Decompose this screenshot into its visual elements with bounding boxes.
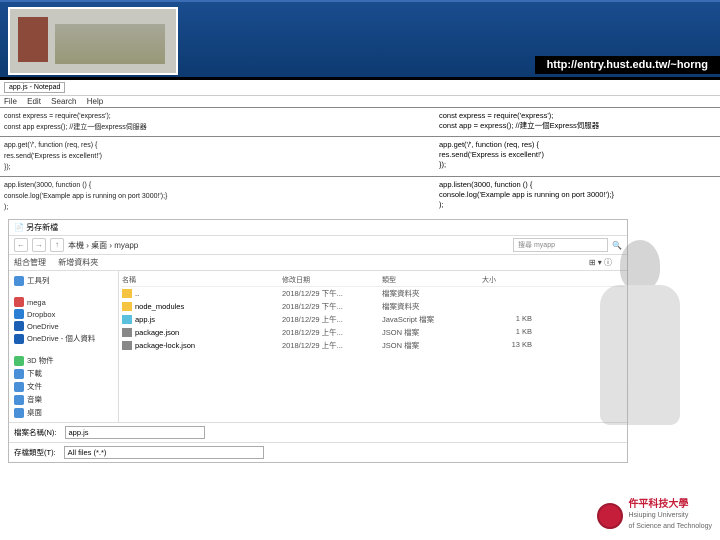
file-row[interactable]: ..2018/12/29 下午...檔案資料夾 — [122, 287, 624, 300]
editor-tab-bar: app.js - Notepad — [0, 80, 720, 96]
dialog-footer-2: 存檔類型(T): All files (*.*) — [9, 442, 627, 462]
column-headers[interactable]: 名稱修改日期類型大小 — [122, 274, 624, 287]
sidebar-item-label: mega — [27, 298, 46, 307]
breadcrumb[interactable]: 本機 › 桌面 › myapp — [68, 240, 509, 251]
sidebar-item[interactable]: mega — [12, 296, 115, 308]
file-list: 名稱修改日期類型大小 ..2018/12/29 下午...檔案資料夾node_m… — [119, 271, 627, 422]
sidebar-item-label: OneDrive — [27, 322, 59, 331]
dialog-toolbar: ← → ↑ 本機 › 桌面 › myapp 搜尋 myapp 🔍 — [9, 236, 627, 255]
editor-menu: File Edit Search Help — [0, 96, 720, 107]
sidebar-item[interactable]: 音樂 — [12, 393, 115, 406]
sidebar: 工具列 mega Dropbox OneDrive OneDrive - 個人資料 3D … — [9, 271, 119, 422]
editor-tab[interactable]: app.js - Notepad — [4, 82, 65, 93]
view-icon[interactable]: ⊞ ▾ ⓘ — [589, 257, 612, 268]
file-row[interactable]: app.js2018/12/29 上午...JavaScript 檔案1 KB — [122, 313, 624, 326]
sidebar-item-icon — [14, 321, 24, 331]
file-icon — [122, 341, 132, 350]
sidebar-item-icon — [14, 334, 24, 344]
dialog-footer: 檔案名稱(N): app.js — [9, 422, 627, 442]
file-dialog: 📄 另存新檔 ← → ↑ 本機 › 桌面 › myapp 搜尋 myapp 🔍 … — [8, 219, 628, 463]
code-right-1: const express = require('express');const… — [435, 111, 720, 133]
dialog-nav: 組合管理 新增資料夾 ⊞ ▾ ⓘ — [9, 255, 627, 271]
code-block-1: const express = require('express');const… — [0, 107, 720, 136]
type-label: 存檔類型(T): — [14, 447, 56, 458]
code-block-2: app.get('/', function (req, res) { res.s… — [0, 136, 720, 176]
menu-search[interactable]: Search — [51, 97, 76, 106]
sidebar-item[interactable]: OneDrive — [12, 320, 115, 332]
university-name-en: Hsiuping University — [628, 510, 712, 521]
sidebar-item-icon — [14, 395, 24, 405]
sidebar-item-label: 3D 物件 — [27, 355, 54, 366]
back-button[interactable]: ← — [14, 238, 28, 252]
sidebar-item-label: OneDrive - 個人資料 — [27, 333, 95, 344]
file-icon — [122, 315, 132, 324]
code-left-1: const express = require('express');const… — [0, 111, 435, 133]
organize-button[interactable]: 組合管理 — [14, 258, 46, 267]
sidebar-item-label: 桌面 — [27, 407, 42, 418]
filename-input[interactable]: app.js — [65, 426, 205, 439]
file-row[interactable]: package-lock.json2018/12/29 上午...JSON 檔案… — [122, 339, 624, 352]
file-row[interactable]: node_modules2018/12/29 下午...檔案資料夾 — [122, 300, 624, 313]
search-input[interactable]: 搜尋 myapp — [513, 238, 608, 252]
campus-photo — [8, 7, 178, 75]
sidebar-item[interactable]: 下載 — [12, 367, 115, 380]
file-icon — [122, 328, 132, 337]
sidebar-item-icon — [14, 276, 24, 286]
code-block-3: app.listen(3000, function () { console.l… — [0, 176, 720, 216]
code-left-3: app.listen(3000, function () { console.l… — [0, 180, 435, 213]
search-icon[interactable]: 🔍 — [612, 241, 622, 250]
sidebar-item-icon — [14, 382, 24, 392]
url-bar: http://entry.hust.edu.tw/~horng — [535, 56, 720, 74]
sidebar-item[interactable]: OneDrive - 個人資料 — [12, 332, 115, 345]
menu-file[interactable]: File — [4, 97, 17, 106]
sidebar-item-icon — [14, 297, 24, 307]
sidebar-item[interactable]: 3D 物件 — [12, 354, 115, 367]
university-name-en2: of Science and Technology — [628, 521, 712, 532]
sidebar-item-icon — [14, 408, 24, 418]
university-logo: 仵平科技大學 Hsiuping University of Science an… — [597, 499, 712, 532]
menu-edit[interactable]: Edit — [27, 97, 41, 106]
logo-badge-icon — [597, 503, 623, 529]
type-select[interactable]: All files (*.*) — [64, 446, 264, 459]
sidebar-item-label: Dropbox — [27, 310, 55, 319]
code-right-3: app.listen(3000, function () { console.l… — [435, 180, 720, 213]
sidebar-item-icon — [14, 356, 24, 366]
code-left-2: app.get('/', function (req, res) { res.s… — [0, 140, 435, 173]
dialog-title: 📄 另存新檔 — [9, 220, 627, 236]
sidebar-item[interactable]: 文件 — [12, 380, 115, 393]
menu-help[interactable]: Help — [87, 97, 103, 106]
file-row[interactable]: package.json2018/12/29 上午...JSON 檔案1 KB — [122, 326, 624, 339]
sidebar-item-label: 音樂 — [27, 394, 42, 405]
sidebar-item[interactable]: 桌面 — [12, 406, 115, 419]
file-icon — [122, 289, 132, 298]
sidebar-item-icon — [14, 309, 24, 319]
forward-button[interactable]: → — [32, 238, 46, 252]
sidebar-item-label: 下載 — [27, 368, 42, 379]
sidebar-item[interactable]: Dropbox — [12, 308, 115, 320]
header-banner: http://entry.hust.edu.tw/~horng — [0, 0, 720, 80]
sidebar-item-icon — [14, 369, 24, 379]
sidebar-item[interactable]: 工具列 — [12, 274, 115, 287]
file-icon — [122, 302, 132, 311]
code-right-2: app.get('/', function (req, res) { res.s… — [435, 140, 720, 173]
sidebar-item-label: 文件 — [27, 381, 42, 392]
up-button[interactable]: ↑ — [50, 238, 64, 252]
sidebar-item-label: 工具列 — [27, 275, 50, 286]
university-name-cn: 仵平科技大學 — [628, 499, 712, 510]
newfolder-button[interactable]: 新增資料夾 — [58, 258, 98, 267]
filename-label: 檔案名稱(N): — [14, 427, 57, 438]
